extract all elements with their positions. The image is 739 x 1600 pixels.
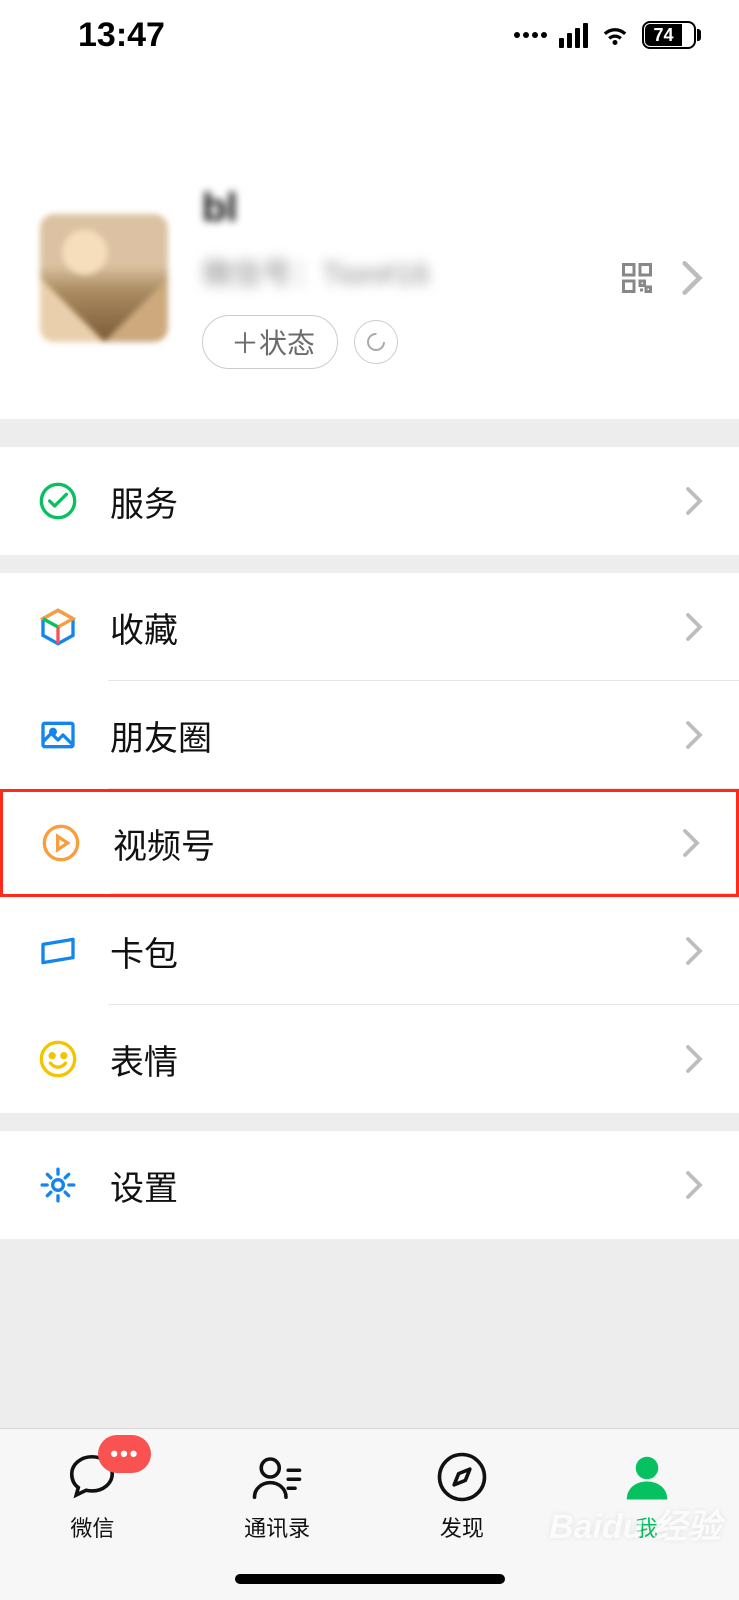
menu-favorites[interactable]: 收藏	[0, 573, 739, 681]
chevron-right-icon	[682, 828, 700, 858]
services-icon	[36, 479, 80, 523]
menu-channels-label: 视频号	[113, 819, 682, 868]
unread-badge: •••	[98, 1435, 151, 1473]
chevron-right-icon	[685, 936, 703, 966]
tab-chats-label: 微信	[70, 1511, 114, 1543]
signal-dots-icon	[514, 32, 547, 38]
person-icon	[619, 1449, 675, 1505]
tab-contacts-label: 通讯录	[244, 1511, 310, 1543]
wifi-icon	[600, 20, 630, 50]
chevron-right-icon	[685, 1170, 703, 1200]
menu-favorites-label: 收藏	[110, 603, 685, 652]
profile-text: bl 微信号：Tion#16 ＋状态	[202, 186, 619, 369]
group-settings: 设置	[0, 1131, 739, 1239]
battery-icon: 74	[642, 21, 701, 49]
battery-level: 74	[653, 25, 673, 46]
menu-services[interactable]: 服务	[0, 447, 739, 555]
menu-moments-label: 朋友圈	[110, 711, 685, 760]
profile-card[interactable]: bl 微信号：Tion#16 ＋状态	[0, 180, 739, 419]
compass-icon	[434, 1449, 490, 1505]
favorites-icon	[36, 605, 80, 649]
menu-stickers[interactable]: 表情	[0, 1005, 739, 1113]
chevron-right-icon	[685, 1044, 703, 1074]
tab-discover-label: 发现	[440, 1511, 484, 1543]
chevron-right-icon	[685, 612, 703, 642]
header-blank	[0, 70, 739, 180]
watermark: Baidu 经验	[549, 1499, 721, 1548]
qr-code-icon[interactable]	[619, 260, 655, 296]
set-status-button[interactable]: ＋状态	[202, 315, 338, 369]
menu-settings[interactable]: 设置	[0, 1131, 739, 1239]
channels-icon	[39, 821, 83, 865]
menu-cards[interactable]: 卡包	[0, 897, 739, 1005]
signal-bars-icon	[559, 23, 588, 48]
contacts-icon	[249, 1449, 305, 1505]
chevron-right-icon	[685, 720, 703, 750]
status-refresh-button[interactable]	[354, 320, 398, 364]
tab-bar: ••• 微信 通讯录 发现 我 Baidu 经验	[0, 1428, 739, 1600]
nickname: bl	[202, 186, 619, 231]
moments-icon	[36, 713, 80, 757]
wechat-id: 微信号：Tion#16	[202, 249, 619, 293]
status-time: 13:47	[78, 16, 165, 55]
menu-stickers-label: 表情	[110, 1035, 685, 1084]
group-services: 服务	[0, 447, 739, 555]
menu-settings-label: 设置	[110, 1161, 685, 1210]
gear-icon	[36, 1163, 80, 1207]
chevron-right-icon	[681, 259, 703, 297]
menu-channels[interactable]: 视频号	[0, 789, 739, 897]
avatar[interactable]	[40, 214, 168, 342]
chevron-right-icon	[685, 486, 703, 516]
tab-chats[interactable]: ••• 微信	[0, 1429, 185, 1600]
sticker-icon	[36, 1037, 80, 1081]
status-bar: 13:47 74	[0, 0, 739, 70]
status-button-label: ＋状态	[231, 322, 315, 362]
menu-cards-label: 卡包	[110, 927, 685, 976]
status-right: 74	[514, 20, 701, 50]
cards-icon	[36, 929, 80, 973]
group-collection: 收藏 朋友圈 视频号 卡包 表情	[0, 573, 739, 1113]
menu-moments[interactable]: 朋友圈	[0, 681, 739, 789]
home-indicator	[235, 1574, 505, 1584]
menu-services-label: 服务	[110, 477, 685, 526]
